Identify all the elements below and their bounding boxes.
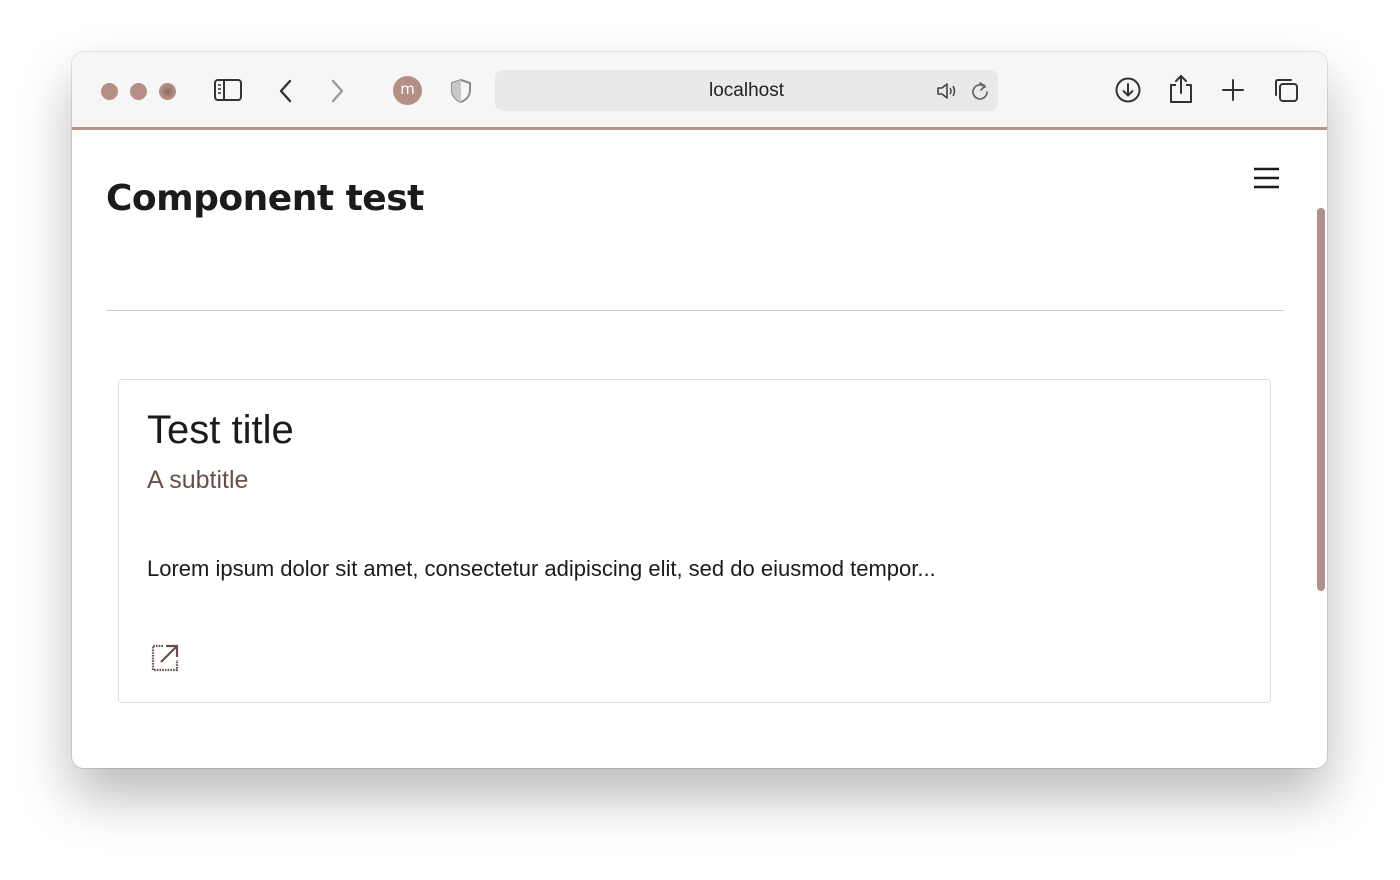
browser-window: m localhost Component test Test title A …	[72, 52, 1327, 768]
card-title: Test title	[147, 408, 294, 452]
privacy-report-button[interactable]	[450, 78, 472, 104]
zoom-window-button[interactable]	[159, 83, 176, 100]
page-content: Component test Test title A subtitle Lor…	[72, 130, 1327, 768]
tab-overview-button[interactable]	[1272, 76, 1300, 104]
sidebar-toggle-button[interactable]	[213, 78, 243, 102]
browser-toolbar: m localhost	[72, 52, 1327, 130]
reload-icon	[972, 82, 988, 100]
share-icon	[1170, 75, 1192, 103]
hamburger-menu-icon	[1254, 167, 1279, 189]
tab-overview-icon	[1275, 79, 1298, 102]
downloads-button[interactable]	[1114, 76, 1142, 104]
external-link-button[interactable]	[149, 642, 181, 674]
share-button[interactable]	[1168, 73, 1194, 105]
address-bar[interactable]: localhost	[495, 70, 998, 111]
plus-icon	[1222, 79, 1244, 101]
speaker-icon	[937, 83, 956, 99]
card-subtitle: A subtitle	[147, 466, 249, 494]
reload-button[interactable]	[970, 81, 990, 101]
new-tab-button[interactable]	[1221, 78, 1245, 102]
forward-chevron-icon	[331, 79, 344, 103]
download-icon	[1115, 77, 1141, 103]
address-text[interactable]: localhost	[495, 70, 998, 111]
page-title: Component test	[106, 178, 424, 219]
back-button[interactable]	[276, 78, 296, 104]
external-link-icon	[151, 644, 179, 672]
content-card: Test title A subtitle Lorem ipsum dolor …	[118, 379, 1271, 703]
profile-avatar[interactable]: m	[393, 76, 422, 105]
back-chevron-icon	[279, 79, 292, 103]
shield-icon	[451, 78, 471, 104]
sidebar-icon	[214, 79, 242, 101]
header-divider	[106, 310, 1284, 311]
close-window-button[interactable]	[101, 83, 118, 100]
mute-tab-button[interactable]	[936, 81, 958, 101]
vertical-scrollbar[interactable]	[1317, 208, 1325, 591]
minimize-window-button[interactable]	[130, 83, 147, 100]
forward-button[interactable]	[327, 78, 347, 104]
card-body: Lorem ipsum dolor sit amet, consectetur …	[147, 556, 936, 581]
menu-button[interactable]	[1242, 164, 1292, 194]
